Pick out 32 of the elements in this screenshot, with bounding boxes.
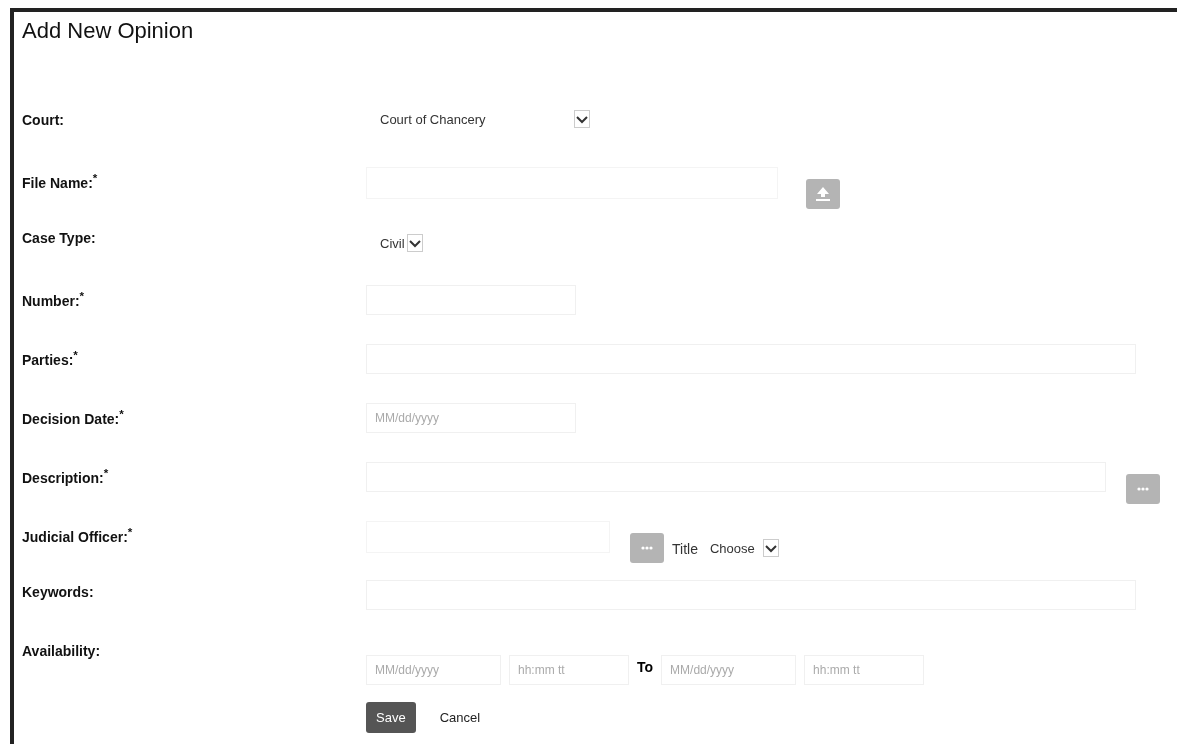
field-label: File Name:$^{*}$ (22, 170, 99, 191)
field-label: Court: (22, 111, 65, 128)
to-label: To (637, 659, 654, 675)
ellipsis-icon (1137, 487, 1149, 491)
save-button[interactable]: Save (366, 701, 416, 733)
field-label: Judicial Officer:$^{*}$ (22, 524, 134, 545)
cancel-button[interactable]: Cancel (433, 708, 487, 726)
date-field[interactable]: MM/dd/yyyy (366, 403, 576, 433)
title-label: Title (672, 541, 698, 557)
upload-icon (814, 186, 832, 202)
ellipsis-icon (641, 546, 653, 550)
caret-icon (574, 110, 590, 128)
upload-button[interactable] (806, 179, 840, 209)
date-field[interactable]: MM/dd/yyyy (366, 655, 501, 685)
caret-icon (762, 539, 779, 557)
more-button[interactable] (630, 533, 664, 563)
dropdown[interactable]: Civil (366, 232, 423, 254)
time-field[interactable]: hh:mm tt (804, 655, 925, 685)
field-label: Description:$^{*}$ (22, 465, 110, 486)
more-button[interactable] (1126, 474, 1160, 504)
form-title: Add New Opinion (21, 17, 195, 44)
title-dropdown[interactable]: Choose (705, 537, 779, 559)
field-label: Availability: (22, 642, 102, 659)
caret-icon (406, 234, 423, 252)
field-label: Number:$^{*}$ (22, 288, 86, 309)
dropdown[interactable]: Court of Chancery (366, 108, 590, 130)
field-label: Case Type: (22, 229, 97, 246)
time-field[interactable]: hh:mm tt (509, 655, 629, 685)
date-field[interactable]: MM/dd/yyyy (661, 655, 797, 685)
field-label: Keywords: (22, 583, 95, 600)
field-label: Parties:$^{*}$ (22, 347, 79, 368)
field-label: Decision Date:$^{*}$ (22, 406, 125, 427)
